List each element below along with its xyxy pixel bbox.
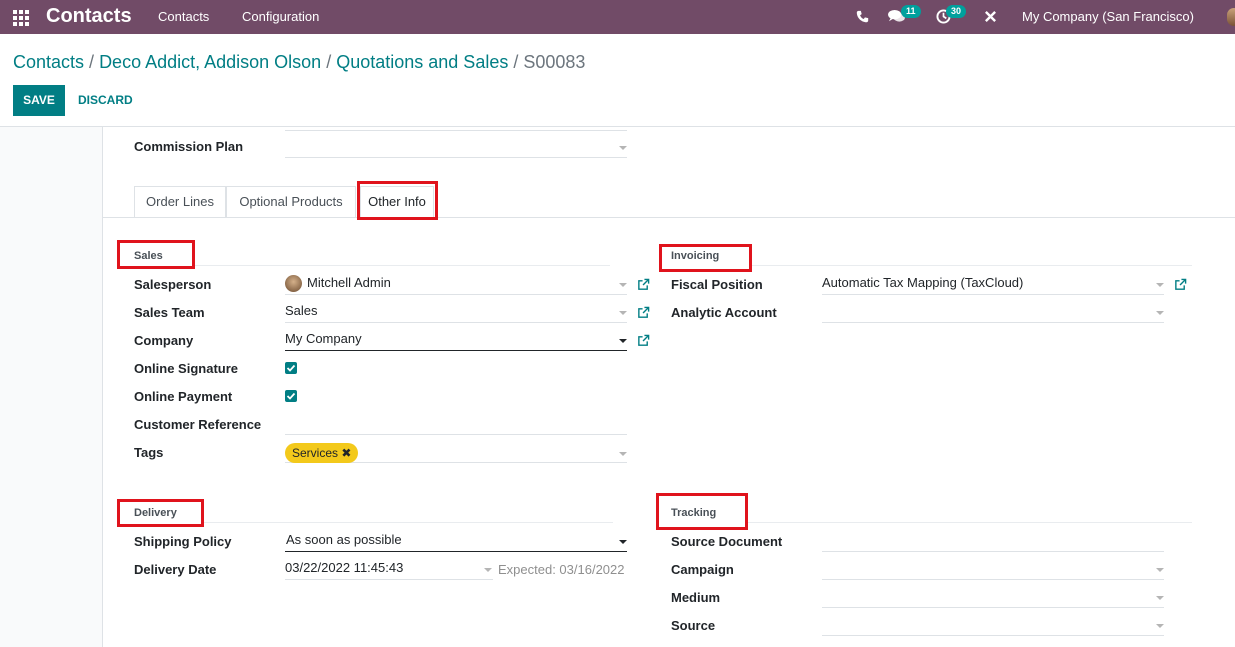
sales-team-dropdown-icon[interactable] — [619, 311, 627, 315]
breadcrumb-current: S00083 — [523, 52, 586, 72]
tracking-separator — [747, 522, 1192, 523]
source-field[interactable] — [822, 614, 1164, 636]
delivery-separator — [203, 522, 613, 523]
online-signature-checkbox[interactable] — [285, 362, 297, 374]
apps-menu-icon[interactable] — [13, 10, 29, 26]
tab-order-lines[interactable]: Order Lines — [134, 186, 226, 217]
breadcrumb-partner[interactable]: Deco Addict, Addison Olson — [99, 52, 321, 72]
analytic-account-label: Analytic Account — [671, 305, 777, 320]
tags-dropdown-icon[interactable] — [619, 452, 627, 456]
app-title[interactable]: Contacts — [46, 5, 132, 28]
tags-label: Tags — [134, 445, 164, 460]
fiscal-position-label: Fiscal Position — [671, 277, 763, 292]
top-navbar: Contacts Contacts Configuration 11 30 My… — [0, 0, 1235, 34]
shipping-policy-field[interactable]: As soon as possible — [285, 530, 627, 552]
breadcrumb-quotations[interactable]: Quotations and Sales — [336, 52, 508, 72]
highlight-tracking — [656, 493, 748, 530]
fiscal-position-dropdown-icon[interactable] — [1156, 283, 1164, 287]
source-document-field[interactable] — [822, 530, 1164, 552]
analytic-account-field[interactable] — [822, 301, 1164, 323]
close-tools-icon[interactable] — [984, 10, 997, 23]
salesperson-field[interactable]: Mitchell Admin — [285, 273, 627, 295]
source-label: Source — [671, 618, 716, 633]
commission-dropdown-icon[interactable] — [619, 146, 627, 150]
campaign-label: Campaign — [671, 562, 734, 577]
phone-icon[interactable] — [856, 10, 869, 23]
discard-button[interactable]: DISCARD — [70, 85, 141, 116]
campaign-dropdown-icon[interactable] — [1156, 568, 1164, 572]
menu-contacts[interactable]: Contacts — [158, 9, 209, 24]
campaign-field[interactable] — [822, 558, 1164, 580]
save-button[interactable]: SAVE — [13, 85, 65, 116]
customer-reference-field[interactable] — [285, 413, 627, 435]
company-switcher[interactable]: My Company (San Francisco) — [1022, 9, 1194, 24]
messages-badge: 11 — [901, 5, 921, 18]
tag-services[interactable]: Services ✖ — [285, 443, 359, 463]
delivery-date-field[interactable]: 03/22/2022 11:45:43 — [285, 558, 493, 580]
commission-plan-label: Commission Plan — [134, 139, 244, 154]
medium-field[interactable] — [822, 586, 1164, 608]
tag-label: Services — [292, 446, 339, 460]
shipping-policy-label: Shipping Policy — [134, 534, 232, 549]
activities-badge: 30 — [946, 5, 967, 18]
source-document-label: Source Document — [671, 534, 783, 549]
fiscal-position-external-link-icon[interactable] — [1174, 278, 1187, 291]
salesperson-external-link-icon[interactable] — [637, 278, 650, 291]
highlight-other-info — [357, 181, 438, 220]
tag-remove-icon[interactable]: ✖ — [341, 446, 351, 460]
expected-date-text: Expected: 03/16/2022 — [498, 562, 625, 577]
highlight-invoicing — [659, 244, 752, 272]
check-icon — [286, 364, 296, 372]
company-label: Company — [134, 333, 194, 348]
highlight-sales — [117, 240, 195, 269]
invoicing-separator — [752, 265, 1192, 266]
online-signature-label: Online Signature — [134, 361, 239, 376]
medium-label: Medium — [671, 590, 721, 605]
fiscal-position-field[interactable]: Automatic Tax Mapping (TaxCloud) — [822, 273, 1164, 295]
user-avatar[interactable] — [1227, 8, 1235, 26]
online-payment-label: Online Payment — [134, 389, 233, 404]
delivery-date-dropdown-icon[interactable] — [484, 568, 492, 572]
medium-dropdown-icon[interactable] — [1156, 596, 1164, 600]
salesperson-label: Salesperson — [134, 277, 212, 292]
salesperson-dropdown-icon[interactable] — [619, 283, 627, 287]
sales-team-field[interactable]: Sales — [285, 301, 627, 323]
menu-configuration[interactable]: Configuration — [242, 9, 319, 24]
breadcrumb: Contacts / Deco Addict, Addison Olson / Quot… — [13, 52, 586, 72]
sales-team-external-link-icon[interactable] — [637, 306, 650, 319]
sales-separator — [195, 265, 610, 266]
tab-optional-products[interactable]: Optional Products — [226, 186, 356, 217]
source-dropdown-icon[interactable] — [1156, 624, 1164, 628]
check-icon — [286, 392, 296, 400]
company-dropdown-icon[interactable] — [619, 339, 627, 343]
control-panel: Contacts / Deco Addict, Addison Olson / Quot… — [0, 34, 1235, 127]
highlight-delivery — [117, 499, 204, 527]
analytic-account-dropdown-icon[interactable] — [1156, 311, 1164, 315]
breadcrumb-contacts[interactable]: Contacts — [13, 52, 84, 72]
shipping-policy-dropdown-icon[interactable] — [619, 540, 627, 544]
tabs-divider — [102, 217, 1235, 218]
online-payment-checkbox[interactable] — [285, 390, 297, 402]
customer-reference-label: Customer Reference — [134, 417, 262, 432]
delivery-date-label: Delivery Date — [134, 562, 217, 577]
company-field[interactable]: My Company — [285, 329, 627, 351]
company-external-link-icon[interactable] — [637, 334, 650, 347]
sales-team-label: Sales Team — [134, 305, 205, 320]
commission-plan-field[interactable] — [285, 136, 627, 158]
